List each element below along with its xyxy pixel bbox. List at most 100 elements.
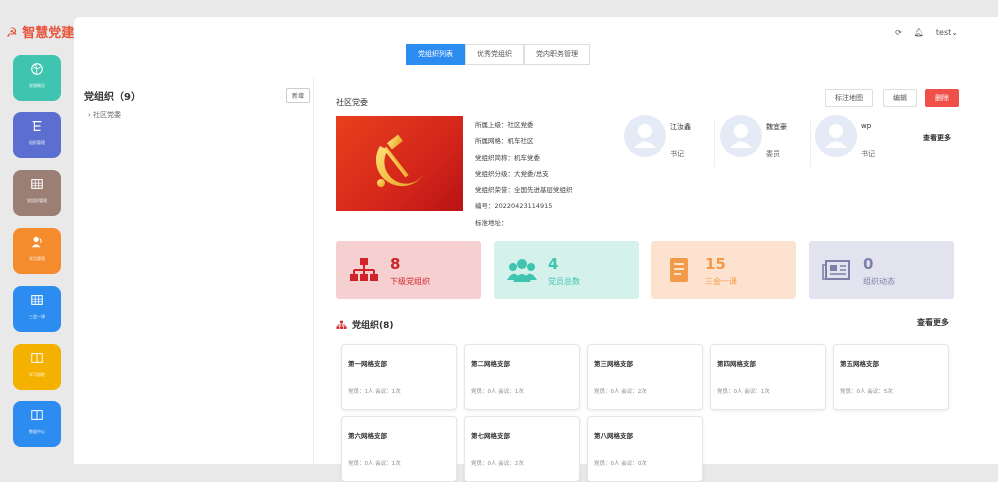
stat-news[interactable]: 0 组织动态 <box>809 241 954 299</box>
suborg-card[interactable]: 第二网格支部 党员：0人 会议：1次 <box>464 344 580 410</box>
stat-value: 0 <box>863 255 874 273</box>
card-stats: 党员：0人 会议：0次 <box>594 461 647 467</box>
stat-label: 党员总数 <box>548 277 580 286</box>
add-button[interactable]: 新增 <box>286 88 311 103</box>
notebook-icon <box>670 258 688 282</box>
tab-org-list[interactable]: 党组织列表 <box>406 44 465 65</box>
main-panel: 党组织列表 优秀党组织 党内职务管理 ⟳ 🔔︎ test⌄ 党组织（9） 新增 … <box>74 17 998 482</box>
tree-item-label: 社区党委 <box>93 111 122 119</box>
tab-bar: 党组织列表 优秀党组织 党内职务管理 <box>406 44 590 65</box>
member-name: 魏宜豪 <box>766 123 787 131</box>
members-more-link[interactable]: 查看更多 <box>923 133 951 143</box>
tab-excellent-org[interactable]: 优秀党组织 <box>465 44 524 65</box>
sidebar-item-study[interactable]: 学习园地 <box>13 344 61 390</box>
divider <box>714 119 715 167</box>
card-title: 第八网格支部 <box>594 432 633 440</box>
sidebar-item-label: 数据中心 <box>29 429 45 434</box>
member-role: 书记 <box>861 150 875 158</box>
card-stats: 党员：0人 会议：1次 <box>717 389 770 395</box>
suborg-card[interactable]: 第五网格支部 党员：0人 会议：5次 <box>833 344 949 410</box>
card-title: 第二网格支部 <box>471 360 510 368</box>
stat-meetings[interactable]: 15 三会一课 <box>651 241 796 299</box>
card-stats: 党员：0人 会议：2次 <box>594 389 647 395</box>
delete-button[interactable]: 删除 <box>925 89 959 107</box>
user-menu[interactable]: test⌄ <box>936 28 958 37</box>
sidebar-item-party-org[interactable]: 党组织管理 <box>13 170 61 216</box>
sidebar-item-data[interactable]: 数据中心 <box>13 401 61 447</box>
stat-label: 组织动态 <box>863 277 895 286</box>
avatar <box>815 115 857 157</box>
tree-title: 党组织（9） <box>84 92 141 103</box>
suborgs-more-link[interactable]: 查看更多 <box>917 317 949 328</box>
user-icon <box>31 236 42 248</box>
user-name: test <box>935 28 952 37</box>
tab-position-mgmt[interactable]: 党内职务管理 <box>524 44 590 65</box>
sidebar-item-label: 党组织管理 <box>27 198 47 203</box>
sidebar-item-label: 党建概况 <box>29 83 45 88</box>
edit-button[interactable]: 编辑 <box>883 89 917 107</box>
refresh-icon[interactable]: ⟳ <box>895 28 902 37</box>
suborg-card[interactable]: 第三网格支部 党员：0人 会议：2次 <box>587 344 703 410</box>
divider <box>810 119 811 167</box>
card-stats: 党员：0人 会议：2次 <box>471 461 524 467</box>
stat-label: 下级党组织 <box>390 277 430 286</box>
sidebar-item-label: 组织管理 <box>29 140 45 145</box>
card-title: 第三网格支部 <box>594 360 633 368</box>
book-icon <box>31 410 43 421</box>
sidebar-item-overview[interactable]: 党建概况 <box>13 55 61 101</box>
card-title: 第六网格支部 <box>348 432 387 440</box>
avatar <box>624 115 666 157</box>
section-title: 党组织(8) <box>336 318 394 331</box>
tree-icon <box>32 121 42 131</box>
avatar <box>720 115 762 157</box>
member-name: 江汝鑫 <box>670 123 691 131</box>
card-title: 第一网格支部 <box>348 360 387 368</box>
info-address: 标准地址： <box>475 218 508 227</box>
stat-suborgs[interactable]: 8 下级党组织 <box>336 241 481 299</box>
suborg-card[interactable]: 第八网格支部 党员：0人 会议：0次 <box>587 416 703 482</box>
bell-icon[interactable]: 🔔︎ <box>914 28 924 37</box>
suborg-card[interactable]: 第一网格支部 党员：1人 会议：1次 <box>341 344 457 410</box>
card-stats: 党员：0人 会议：1次 <box>471 389 524 395</box>
member-name: wp <box>861 122 872 130</box>
sidebar-item-org[interactable]: 组织管理 <box>13 112 61 158</box>
sidebar-item-meetings[interactable]: 三会一课 <box>13 286 61 332</box>
org-info: 所属上级：社区党委 所属网格：机车社区 党组织简称：机车党委 党组织分级：大党委… <box>475 117 573 231</box>
people-icon <box>507 259 537 282</box>
sidebar: ☭ 智慧党建 党建概况 组织管理 党组织管理 党员管理 三会一课 学习园地 数据… <box>0 0 74 464</box>
map-button[interactable]: 标注地图 <box>825 89 873 107</box>
sidebar-item-label: 党员管理 <box>29 256 45 261</box>
suborg-card[interactable]: 第四网格支部 党员：0人 会议：1次 <box>710 344 826 410</box>
sidebar-item-members[interactable]: 党员管理 <box>13 228 61 274</box>
app-logo: ☭ 智慧党建 <box>6 22 74 41</box>
stat-members[interactable]: 4 党员总数 <box>494 241 639 299</box>
globe-icon <box>31 63 43 75</box>
org-chart-icon <box>336 320 347 329</box>
info-short-name: 党组织简称：机车党委 <box>475 153 540 162</box>
card-title: 第五网格支部 <box>840 360 879 368</box>
suborg-card[interactable]: 第七网格支部 党员：0人 会议：2次 <box>464 416 580 482</box>
book-icon <box>31 353 43 364</box>
card-title: 第四网格支部 <box>717 360 756 368</box>
tree-item[interactable]: › 社区党委 <box>88 110 121 120</box>
top-toolbar: ⟳ 🔔︎ test⌄ <box>895 28 958 37</box>
hammer-sickle-icon <box>375 134 424 187</box>
card-stats: 党员：0人 会议：5次 <box>840 389 893 395</box>
logo-text: 智慧党建 <box>22 26 75 41</box>
stat-value: 15 <box>705 255 726 273</box>
section-title-text: 党组织(8) <box>352 321 394 331</box>
logo-icon: ☭ <box>6 26 18 41</box>
card-title: 第七网格支部 <box>471 432 510 440</box>
card-stats: 党员：1人 会议：1次 <box>348 389 401 395</box>
org-tree-panel: 党组织（9） 新增 › 社区党委 <box>74 77 314 464</box>
table-icon <box>31 179 43 189</box>
sidebar-item-label: 三会一课 <box>29 314 45 319</box>
info-code: 编号：20220423114915 <box>475 202 553 211</box>
grid-icon <box>31 295 43 305</box>
info-superior: 所属上级：社区党委 <box>475 121 534 129</box>
party-flag-image <box>336 116 463 211</box>
suborg-card[interactable]: 第六网格支部 党员：0人 会议：1次 <box>341 416 457 482</box>
member-role: 书记 <box>670 150 684 158</box>
org-chart-icon <box>350 258 378 281</box>
info-honor: 党组织荣誉：全国先进基层党组织 <box>475 186 573 195</box>
